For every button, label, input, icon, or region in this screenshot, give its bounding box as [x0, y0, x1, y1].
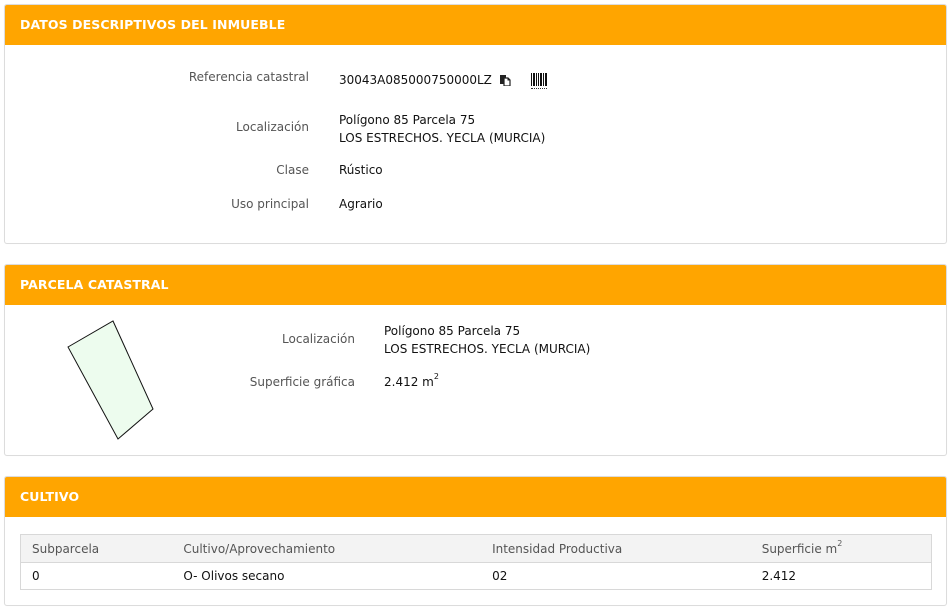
superficie-grafica-exponent: 2: [433, 372, 439, 381]
col-superficie-exponent: 2: [837, 538, 843, 548]
cell-intensidad: 02: [481, 562, 751, 590]
col-superficie-label: Superficie m: [761, 541, 838, 556]
col-cultivo: Cultivo/Aprovechamiento: [172, 534, 482, 563]
ref-catastral-value: 30043A085000750000LZ: [339, 73, 492, 87]
cultivo-table: Subparcela Cultivo/Aprovechamiento Inten…: [20, 534, 932, 590]
datos-descriptivos-title: DATOS DESCRIPTIVOS DEL INMUEBLE: [5, 5, 946, 45]
col-superficie: Superficie m2: [750, 534, 932, 563]
parcela-catastral-title: PARCELA CATASTRAL: [5, 265, 946, 305]
uso-principal-value: Agrario: [339, 197, 383, 211]
cultivo-panel: CULTIVO Subparcela Cultivo/Aprovechamien…: [4, 476, 947, 606]
parcela-localizacion-label: Localización: [282, 332, 355, 346]
cell-subparcela: 0: [20, 562, 173, 590]
datos-descriptivos-panel: DATOS DESCRIPTIVOS DEL INMUEBLE Referenc…: [4, 4, 947, 244]
superficie-grafica-number: 2.412 m: [384, 375, 434, 389]
cell-superficie: 2.412: [750, 562, 932, 590]
cell-cultivo: O- Olivos secano: [172, 562, 482, 590]
parcela-localizacion-value: Polígono 85 Parcela 75 LOS ESTRECHOS. YE…: [384, 322, 590, 358]
clase-label: Clase: [276, 163, 309, 177]
cultivo-title: CULTIVO: [5, 477, 946, 517]
table-row: 0 O- Olivos secano 02 2.412: [20, 562, 932, 590]
uso-principal-label: Uso principal: [231, 197, 309, 211]
col-subparcela: Subparcela: [20, 534, 173, 563]
superficie-grafica-value: 2.412 m2: [384, 372, 439, 389]
localizacion-line1: Polígono 85 Parcela 75: [339, 113, 476, 127]
cultivo-header-row: Subparcela Cultivo/Aprovechamiento Inten…: [20, 534, 932, 563]
barcode-icon[interactable]: [530, 73, 547, 89]
localizacion-label: Localización: [236, 120, 309, 134]
localizacion-line2: LOS ESTRECHOS. YECLA (MURCIA): [339, 131, 546, 145]
parcela-localizacion-line2: LOS ESTRECHOS. YECLA (MURCIA): [384, 342, 591, 356]
ref-catastral-label: Referencia catastral: [188, 70, 309, 84]
parcela-catastral-panel: PARCELA CATASTRAL Localización Polígono …: [4, 264, 947, 456]
clase-value: Rústico: [339, 163, 383, 177]
copy-icon[interactable]: [499, 74, 511, 87]
col-intensidad: Intensidad Productiva: [481, 534, 751, 563]
parcela-localizacion-line1: Polígono 85 Parcela 75: [384, 324, 521, 338]
localizacion-value: Polígono 85 Parcela 75 LOS ESTRECHOS. YE…: [339, 111, 545, 147]
superficie-grafica-label: Superficie gráfica: [249, 375, 355, 389]
ref-catastral-row: 30043A085000750000LZ: [339, 73, 547, 89]
